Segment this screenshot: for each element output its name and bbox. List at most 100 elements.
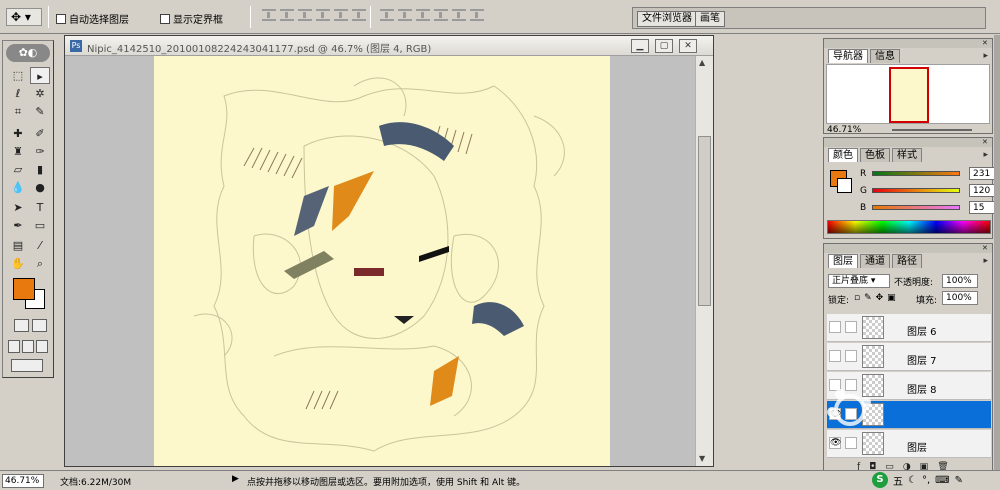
layer-link-icon[interactable]	[845, 321, 857, 333]
align-vcenter-icon[interactable]	[280, 9, 294, 21]
tab-channels[interactable]: 通道	[860, 254, 890, 268]
shape-tool-icon[interactable]: ▭	[30, 217, 50, 234]
align-top-icon[interactable]	[262, 9, 276, 21]
canvas-artwork[interactable]	[154, 56, 610, 466]
marquee-tool-icon[interactable]: ⬚	[8, 67, 28, 84]
scroll-down-icon[interactable]: ▼	[699, 454, 705, 463]
panel-title-bar[interactable]: ✕	[824, 244, 992, 253]
distribute-top-icon[interactable]	[380, 9, 394, 21]
clone-stamp-tool-icon[interactable]: ♜	[8, 143, 28, 160]
close-button[interactable]: ✕	[679, 39, 697, 53]
blur-tool-icon[interactable]: 💧	[8, 179, 28, 196]
scroll-up-icon[interactable]: ▲	[699, 58, 705, 67]
move-tool-icon[interactable]: ▸	[30, 67, 50, 84]
navigator-zoom[interactable]: 46.71%	[827, 125, 861, 135]
healing-brush-tool-icon[interactable]: ✚	[8, 125, 28, 142]
tab-navigator[interactable]: 导航器	[828, 49, 868, 63]
quick-mask-mode-icon[interactable]	[32, 319, 47, 332]
panel-menu-icon[interactable]: ▸	[983, 51, 988, 61]
scroll-thumb[interactable]	[698, 136, 711, 306]
well-tab-brushes[interactable]: 画笔	[695, 11, 725, 27]
navigator-thumbnail[interactable]	[826, 64, 990, 124]
eyedropper-tool-icon[interactable]: ⁄	[30, 237, 50, 254]
magic-wand-tool-icon[interactable]: ✲	[30, 85, 50, 102]
checkbox-box[interactable]	[56, 13, 66, 24]
opacity-field[interactable]: 100%	[942, 274, 978, 288]
canvas-area[interactable]	[65, 56, 695, 466]
pen-tool-icon[interactable]: ✒	[8, 217, 28, 234]
align-bottom-icon[interactable]	[298, 9, 312, 21]
close-icon[interactable]: ✕	[982, 244, 990, 252]
screen-mode-full-menu-icon[interactable]	[22, 340, 34, 353]
blend-mode-select[interactable]: 正片叠底 ▾	[828, 274, 890, 288]
tab-paths[interactable]: 路径	[892, 254, 922, 268]
distribute-vcenter-icon[interactable]	[398, 9, 412, 21]
distribute-right-icon[interactable]	[470, 9, 484, 21]
ime-punct-icon[interactable]: °,	[922, 475, 930, 486]
tab-swatches[interactable]: 色板	[860, 148, 890, 162]
layer-row[interactable]: 图层 6	[827, 314, 991, 342]
distribute-left-icon[interactable]	[434, 9, 448, 21]
gradient-tool-icon[interactable]: ▮	[30, 161, 50, 178]
ime-settings-icon[interactable]: ✎	[955, 475, 963, 486]
panel-menu-icon[interactable]: ▸	[983, 150, 988, 160]
brush-tool-icon[interactable]: ✐	[30, 125, 50, 142]
notes-tool-icon[interactable]: ▤	[8, 237, 28, 254]
standard-mode-icon[interactable]	[14, 319, 29, 332]
path-selection-tool-icon[interactable]: ➤	[8, 199, 28, 216]
status-zoom-field[interactable]: 46.71%	[2, 474, 44, 488]
sogou-ime-icon[interactable]: S	[872, 472, 888, 488]
jump-to-imageready-icon[interactable]	[11, 359, 43, 372]
screen-mode-full-icon[interactable]	[36, 340, 48, 353]
photoshop-logo-icon[interactable]: ✿◐	[6, 44, 50, 62]
align-hcenter-icon[interactable]	[334, 9, 348, 21]
align-right-icon[interactable]	[352, 9, 366, 21]
checkbox-box[interactable]	[160, 13, 170, 24]
channel-g-slider[interactable]	[872, 188, 960, 193]
layer-thumbnail[interactable]	[862, 316, 884, 339]
ime-mode-label[interactable]: 五	[893, 473, 903, 488]
panel-title-bar[interactable]: ✕	[824, 39, 992, 48]
close-icon[interactable]: ✕	[982, 138, 990, 146]
layer-thumbnail[interactable]	[862, 345, 884, 368]
panel-menu-icon[interactable]: ▸	[983, 256, 988, 266]
layer-row[interactable]: 图层 7	[827, 343, 991, 371]
document-title-bar[interactable]: Ps Nipic_4142510_20100108224243041177.ps…	[65, 36, 713, 56]
slice-tool-icon[interactable]: ✎	[30, 103, 50, 120]
type-tool-icon[interactable]: T	[30, 199, 50, 216]
eraser-tool-icon[interactable]: ▱	[8, 161, 28, 178]
layer-visibility-eye-icon[interactable]	[829, 350, 841, 362]
status-menu-arrow-icon[interactable]: ▶	[232, 474, 239, 484]
zoom-slider[interactable]	[892, 129, 972, 131]
channel-r-slider[interactable]	[872, 171, 960, 176]
ime-keyboard-icon[interactable]: ⌨	[935, 475, 949, 486]
distribute-hcenter-icon[interactable]	[452, 9, 466, 21]
panel-title-bar[interactable]: ✕	[824, 138, 992, 147]
tab-color[interactable]: 颜色	[828, 148, 858, 162]
show-bounds-checkbox[interactable]: 显示定界框	[160, 11, 223, 26]
layer-visibility-eye-icon[interactable]	[829, 321, 841, 333]
tab-layers[interactable]: 图层	[828, 254, 858, 268]
color-background-swatch[interactable]	[837, 178, 852, 193]
document-info[interactable]: 文档:6.22M/30M	[60, 475, 131, 488]
fill-field[interactable]: 100%	[942, 291, 978, 305]
minimize-button[interactable]: ▁	[631, 39, 649, 53]
tab-styles[interactable]: 样式	[892, 148, 922, 162]
zoom-tool-icon[interactable]: ⌕	[30, 255, 50, 272]
maximize-button[interactable]: ▢	[655, 39, 673, 53]
screen-mode-standard-icon[interactable]	[8, 340, 20, 353]
distribute-bottom-icon[interactable]	[416, 9, 430, 21]
ime-moon-icon[interactable]: ☾	[908, 475, 917, 486]
lock-icons[interactable]: ▫✎✥▣	[854, 293, 900, 303]
dodge-tool-icon[interactable]: ●	[30, 179, 50, 196]
color-spectrum-ramp[interactable]	[827, 220, 991, 234]
tab-info[interactable]: 信息	[870, 49, 900, 63]
layer-link-icon[interactable]	[845, 350, 857, 362]
move-tool-icon[interactable]: ✥ ▾	[6, 8, 42, 26]
well-tab-file-browser[interactable]: 文件浏览器	[637, 11, 697, 27]
close-icon[interactable]: ✕	[982, 39, 990, 47]
view-box[interactable]	[889, 67, 929, 123]
hand-tool-icon[interactable]: ✋	[8, 255, 28, 272]
auto-select-checkbox[interactable]: 自动选择图层	[56, 11, 129, 26]
history-brush-tool-icon[interactable]: ✑	[30, 143, 50, 160]
